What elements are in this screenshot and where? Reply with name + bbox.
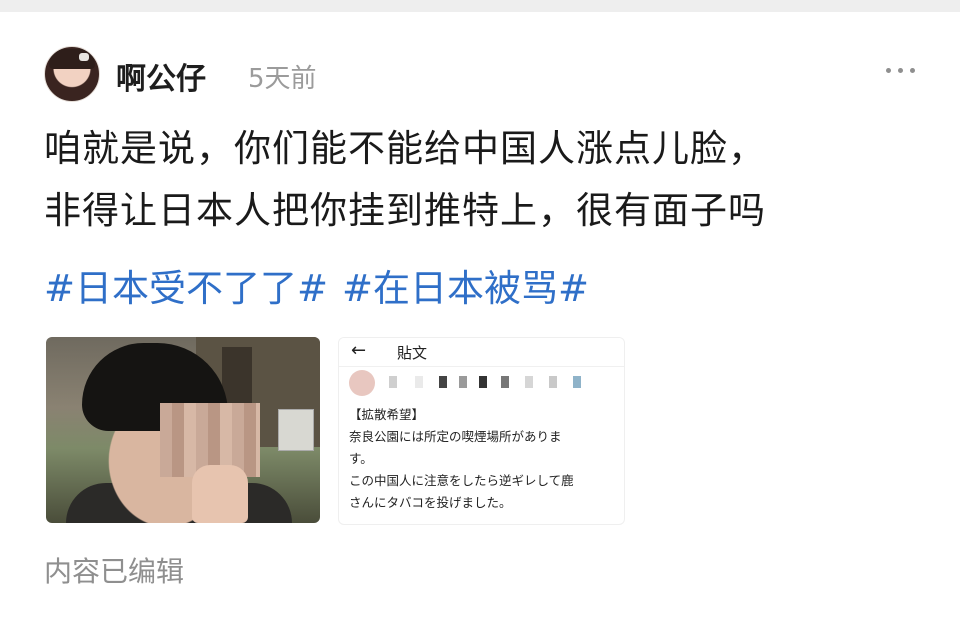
screenshot-text-line: 奈良公園には所定の喫煙場所がありま — [349, 429, 562, 444]
post-text: 咱就是说，你们能不能给中国人涨点儿脸， 非得让日本人把你挂到推特上，很有面子吗 — [44, 118, 924, 242]
hashtag-link[interactable]: #在日本被骂# — [342, 267, 589, 310]
post-text-line: 咱就是说，你们能不能给中国人涨点儿脸， — [44, 127, 766, 170]
screenshot-text-line: 【拡散希望】 — [349, 407, 425, 422]
hashtag-link[interactable]: #日本受不了了# — [44, 267, 328, 310]
edited-note: 内容已编辑 — [44, 555, 185, 588]
arrow-left-icon: ← — [351, 340, 367, 361]
post-image-photo[interactable] — [46, 337, 320, 523]
post-text-line: 非得让日本人把你挂到推特上，很有面子吗 — [44, 189, 766, 232]
post-header: 啊公仔 5天前 — [44, 46, 924, 102]
screenshot-text-line: この中国人に注意をしたら逆ギレして鹿 — [349, 473, 574, 488]
post-time: 5天前 — [248, 64, 317, 94]
screenshot-text-line: さんにタバコを投げました。 — [349, 495, 512, 510]
post-image-screenshot[interactable]: ← 貼文 【拡散希望】 奈良公園には所定の喫煙場所がありま す。 この中国人に注… — [338, 337, 625, 525]
blurred-username — [349, 372, 615, 394]
avatar[interactable] — [44, 46, 100, 102]
status-strip — [0, 0, 960, 12]
author-name[interactable]: 啊公仔 — [116, 54, 206, 98]
screenshot-text-line: す。 — [349, 451, 373, 466]
hashtag-row: #日本受不了了# #在日本被骂# — [44, 258, 603, 320]
more-horizontal-icon[interactable] — [880, 60, 920, 80]
screenshot-title: 貼文 — [397, 344, 428, 362]
